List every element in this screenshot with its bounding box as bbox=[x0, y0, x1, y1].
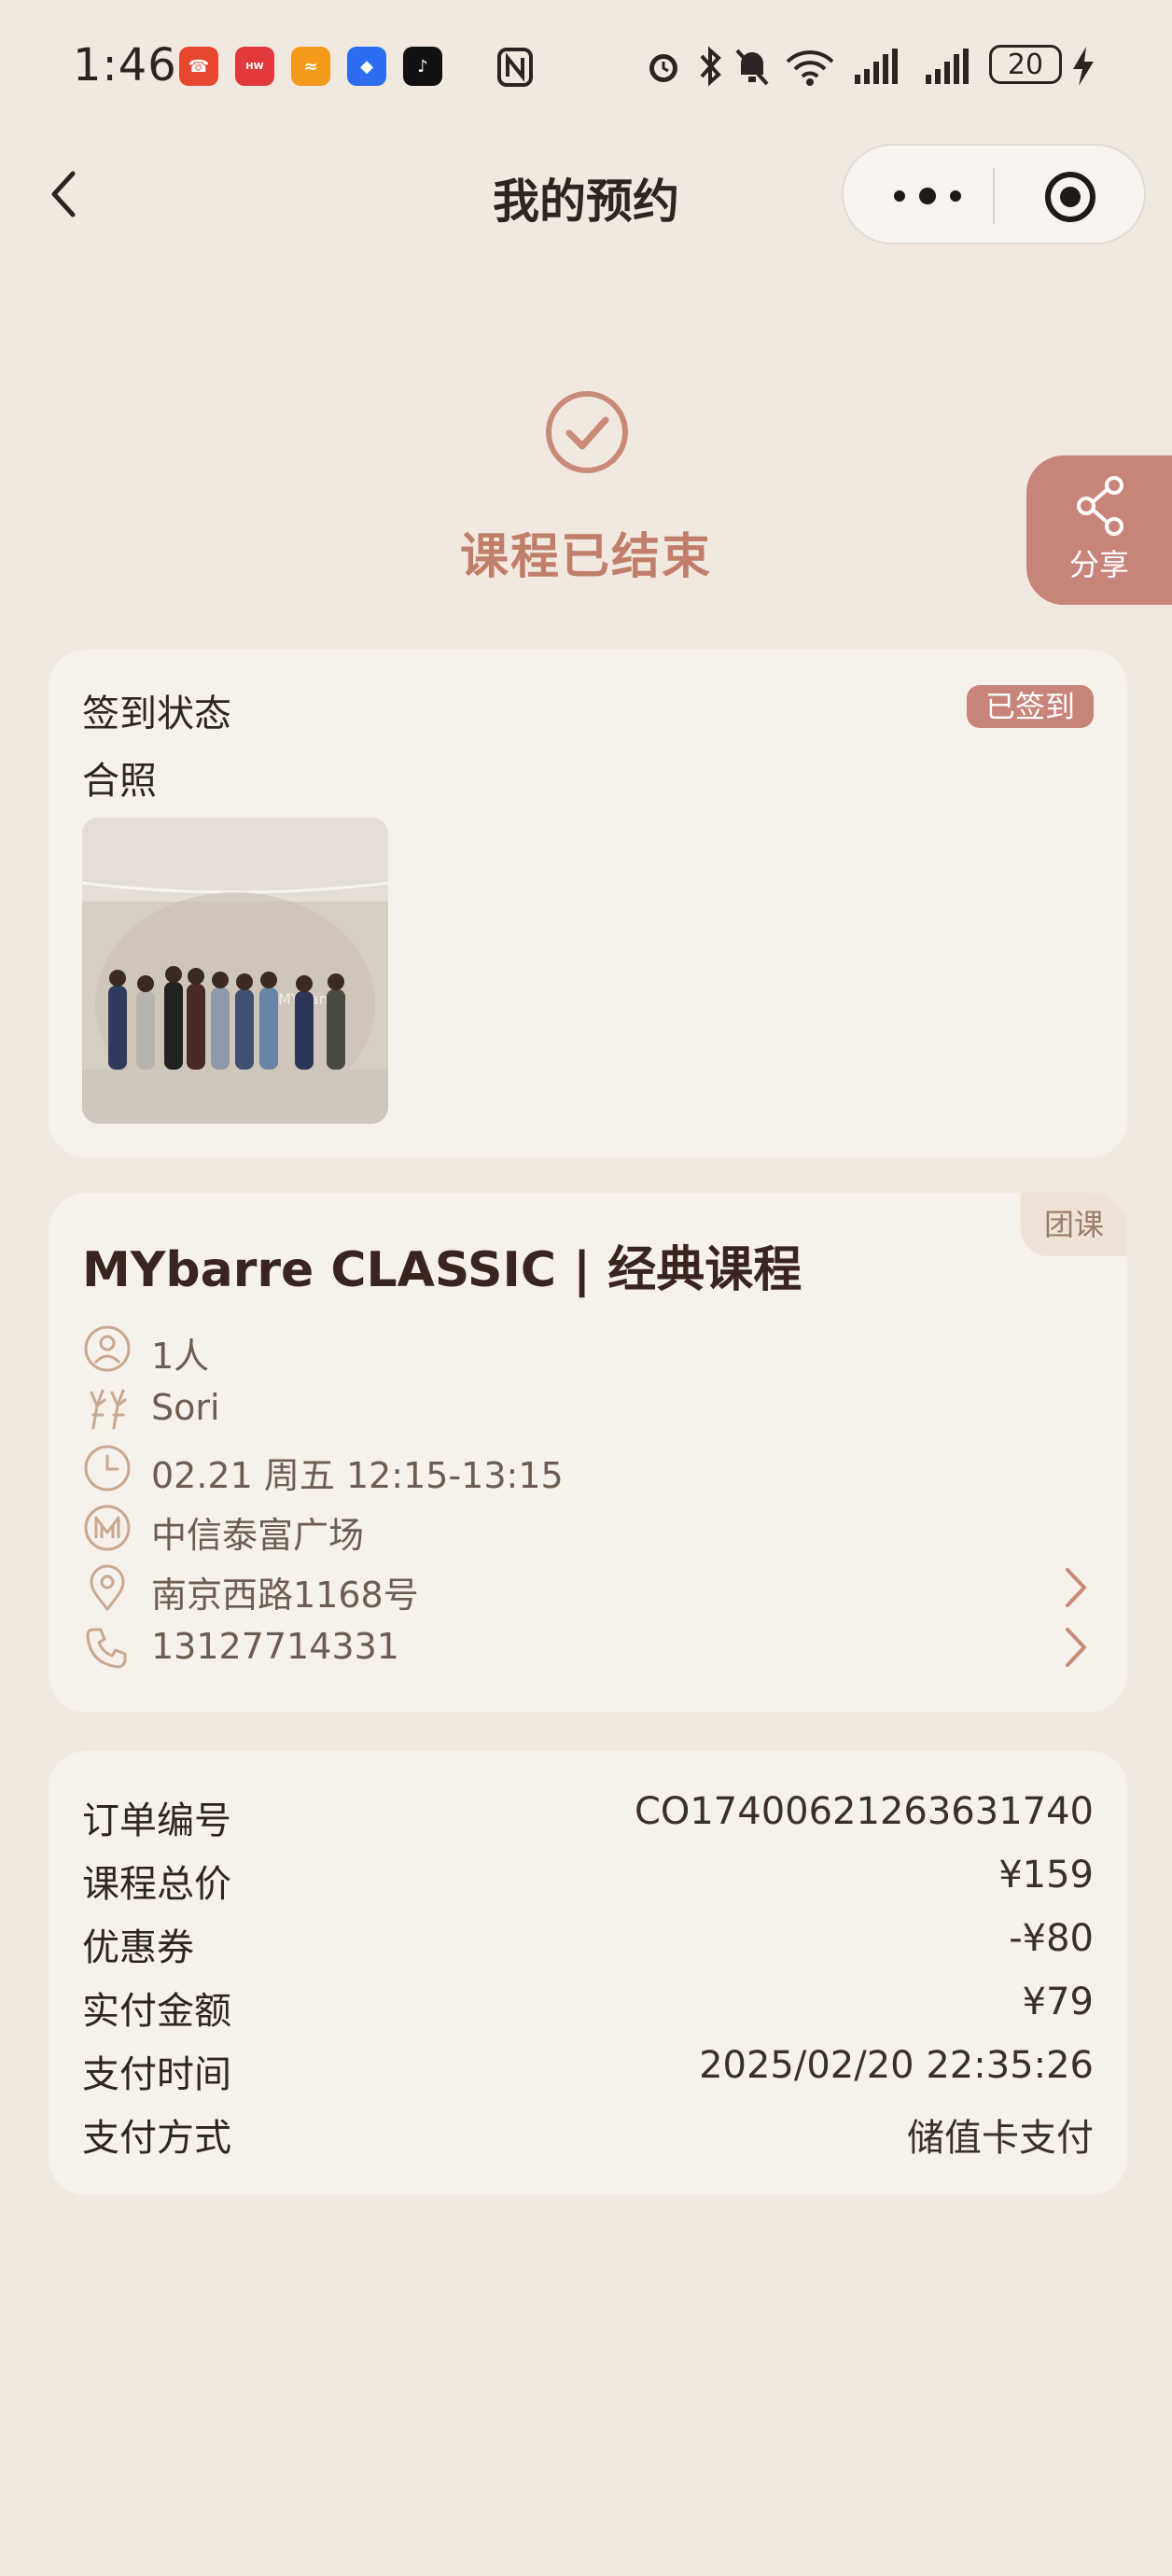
address-text: 南京西路1168号 bbox=[151, 1575, 419, 1616]
total-price-label: 课程总价 bbox=[82, 1863, 231, 1906]
share-label: 分享 bbox=[1068, 547, 1129, 582]
class-type-tag: 团课 bbox=[1021, 1193, 1127, 1256]
orange-app-icon: ≈ bbox=[291, 47, 330, 86]
participants-row: 1人 bbox=[82, 1322, 1090, 1377]
studio-logo-icon bbox=[84, 1505, 131, 1551]
total-price-row: 课程总价 ¥159 bbox=[82, 1854, 1094, 1906]
battery-indicator: 20 bbox=[989, 45, 1062, 84]
address-row[interactable]: 南京西路1168号 bbox=[82, 1561, 1090, 1616]
paid-amount-label: 实付金额 bbox=[82, 1990, 231, 2033]
payment-time-row: 支付时间 2025/02/20 22:35:26 bbox=[82, 2044, 1094, 2096]
group-photo-label: 合照 bbox=[82, 760, 157, 803]
capsule-divider bbox=[993, 168, 995, 224]
nfc-icon bbox=[497, 48, 533, 87]
share-button[interactable]: 分享 bbox=[1026, 455, 1172, 605]
chevron-right-icon bbox=[1066, 1628, 1086, 1667]
group-photo[interactable]: MYbarre bbox=[82, 818, 388, 1124]
order-info-card: 订单编号 CO17400621263631740 课程总价 ¥159 优惠券 -… bbox=[49, 1751, 1127, 2195]
payment-method-row: 支付方式 储值卡支付 bbox=[82, 2107, 1094, 2160]
blue-app-icon: ◆ bbox=[347, 47, 386, 86]
coupon-value: -¥80 bbox=[1009, 1917, 1094, 1960]
coupon-label: 优惠券 bbox=[82, 1926, 194, 1969]
instructor-row: Sori bbox=[82, 1381, 1090, 1435]
alarm-icon bbox=[649, 54, 677, 82]
phone-number: 13127714331 bbox=[151, 1626, 399, 1667]
order-number-value: CO17400621263631740 bbox=[634, 1790, 1094, 1833]
paid-amount-value: ¥79 bbox=[1022, 1981, 1094, 2023]
participants-text: 1人 bbox=[151, 1336, 210, 1377]
course-info-card: 团课 MYbarre CLASSIC | 经典课程 1人 Sori 02.21 … bbox=[49, 1193, 1127, 1712]
time-row: 02.21 周五 12:15-13:15 bbox=[82, 1441, 1090, 1496]
close-mini-program-icon[interactable] bbox=[1043, 170, 1097, 224]
clock-icon bbox=[84, 1445, 131, 1491]
huawei-store-icon: HW bbox=[235, 47, 274, 86]
payment-time-label: 支付时间 bbox=[82, 2053, 231, 2096]
order-number-label: 订单编号 bbox=[82, 1799, 231, 1842]
payment-time-value: 2025/02/20 22:35:26 bbox=[699, 2044, 1094, 2087]
coupon-row: 优惠券 -¥80 bbox=[82, 1917, 1094, 1969]
share-icon bbox=[1077, 476, 1123, 536]
instructor-name: Sori bbox=[151, 1387, 220, 1428]
course-title: MYbarre CLASSIC | 经典课程 bbox=[82, 1242, 802, 1298]
total-price-value: ¥159 bbox=[998, 1854, 1094, 1897]
phone-missed-icon: ☎ bbox=[179, 47, 218, 86]
status-badge: 已签到 bbox=[967, 685, 1095, 728]
mini-program-capsule bbox=[842, 144, 1146, 245]
status-time: 1:46 bbox=[73, 39, 177, 91]
more-menu-icon[interactable] bbox=[890, 183, 965, 209]
check-circle-icon bbox=[546, 391, 628, 473]
checkin-card: 签到状态 已签到 合照 MYbarre bbox=[49, 650, 1127, 1157]
studio-name: 中信泰富广场 bbox=[151, 1515, 365, 1556]
order-number-row: 订单编号 CO17400621263631740 bbox=[82, 1790, 1094, 1842]
person-icon bbox=[84, 1325, 131, 1372]
paid-amount-row: 实付金额 ¥79 bbox=[82, 1981, 1094, 2033]
signal-icon bbox=[855, 49, 898, 84]
studio-row: 中信泰富广场 bbox=[82, 1501, 1090, 1556]
signal-icon bbox=[926, 49, 969, 84]
status-bar: 1:46 ☎ HW ≈ ◆ ♪ 20 bbox=[0, 0, 1172, 134]
tiktok-icon: ♪ bbox=[403, 47, 442, 86]
bluetooth-icon bbox=[700, 46, 721, 87]
checkin-status-title: 签到状态 bbox=[82, 693, 231, 735]
phone-icon bbox=[86, 1628, 127, 1669]
dancer-icon bbox=[90, 1389, 127, 1430]
phone-row[interactable]: 13127714331 bbox=[82, 1620, 1090, 1674]
mute-icon bbox=[735, 49, 769, 86]
course-status-text: 课程已结束 bbox=[459, 529, 712, 585]
chevron-right-icon bbox=[1066, 1568, 1086, 1607]
payment-method-value: 储值卡支付 bbox=[907, 2117, 1094, 2160]
charging-icon bbox=[1073, 47, 1094, 86]
payment-method-label: 支付方式 bbox=[82, 2117, 231, 2160]
wifi-icon bbox=[786, 50, 834, 86]
class-time: 02.21 周五 12:15-13:15 bbox=[151, 1455, 564, 1496]
location-pin-icon bbox=[90, 1564, 125, 1612]
